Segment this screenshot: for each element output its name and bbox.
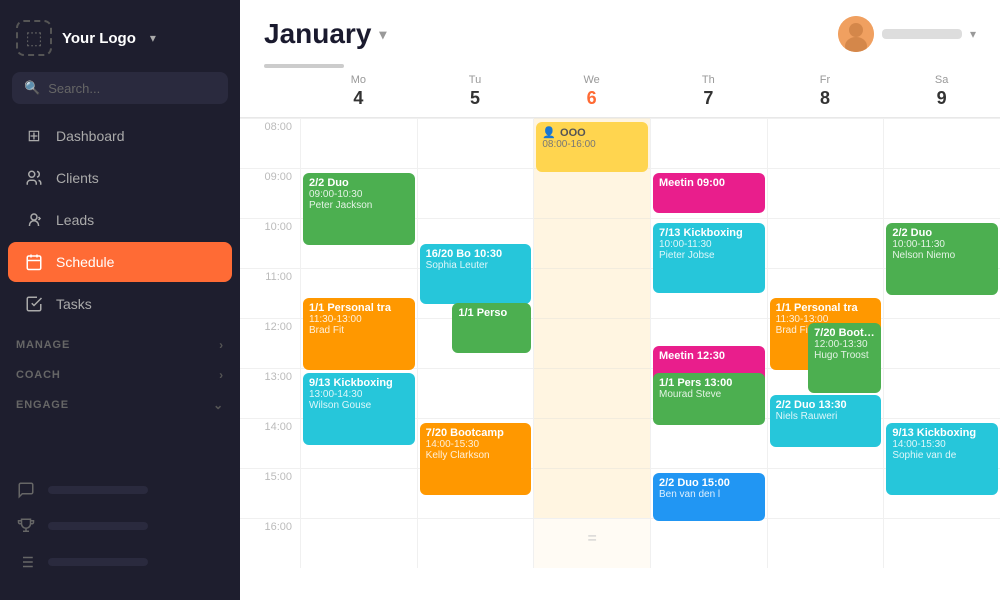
bottom-item-list[interactable] [0,544,240,580]
ooo-background [534,118,650,518]
event-sa-duo[interactable]: 2/2 Duo 10:00-11:30 Nelson Niemo [886,223,998,295]
day-header-mo: Mo 4 [300,68,417,117]
logo-dropdown-icon[interactable]: ▾ [150,31,156,45]
event-we-ooo[interactable]: 👤 OOO 08:00-16:00 [536,122,648,172]
time-1200: 12:00 [240,318,300,368]
mo-slot-0 [301,118,417,168]
time-header-empty [240,68,300,117]
bottom-item-chat[interactable] [0,472,240,508]
tasks-icon [24,294,44,314]
day-col-th: Meetin 09:00 7/13 Kickboxing 10:00-11:30… [650,118,767,568]
event-fr-duo[interactable]: 2/2 Duo 13:30 Niels Rauweri [770,395,882,447]
logo-box: ⬚ [16,20,52,56]
schedule-icon [24,252,44,272]
nav-label-schedule: Schedule [56,254,114,270]
sidebar: ⬚ Your Logo ▾ 🔍 Search... ⊞ Dashboard Cl… [0,0,240,600]
event-tu-bootcamp2[interactable]: 7/20 Bootcamp 14:00-15:30 Kelly Clarkson [420,423,532,495]
month-label: January [264,18,371,50]
logo-area[interactable]: ⬚ Your Logo ▾ [0,12,240,72]
clients-icon [24,168,44,188]
header-right: ▾ [838,16,976,52]
search-placeholder: Search... [48,81,100,96]
coach-chevron-icon: › [219,368,224,382]
leads-icon [24,210,44,230]
nav-label-clients: Clients [56,170,99,186]
section-engage[interactable]: ENGAGE ⌄ [0,386,240,416]
day-header-th: Th 7 [650,68,767,117]
time-1300: 13:00 [240,368,300,418]
day-header-we: We 6 [533,68,650,117]
event-fr-bootcamp[interactable]: 7/20 Bootcamp 12:00-13:30 Hugo Troost [808,323,881,393]
event-mo-personal[interactable]: 1/1 Personal tra 11:30-13:00 Brad Fit [303,298,415,370]
dashboard-icon: ⊞ [24,126,44,146]
event-tu-bootcamp[interactable]: 16/20 Bo 10:30 Sophia Leuter [420,244,532,304]
event-th-meeting1[interactable]: Meetin 09:00 [653,173,765,213]
day-col-mo: 2/2 Duo 09:00-10:30 Peter Jackson 1/1 Pe… [300,118,417,568]
day-col-sa: 2/2 Duo 10:00-11:30 Nelson Niemo 9/13 Ki… [883,118,1000,568]
nav-label-leads: Leads [56,212,94,228]
day-header-fr: Fr 8 [767,68,884,117]
main-content: January ▾ ▾ Mo 4 Tu 5 [240,0,1000,600]
nav-item-leads[interactable]: Leads [8,200,232,240]
event-mo-duo[interactable]: 2/2 Duo 09:00-10:30 Peter Jackson [303,173,415,245]
bottom-item-trophy[interactable] [0,508,240,544]
day-header-tu: Tu 5 [417,68,534,117]
time-column: 08:00 09:00 10:00 11:00 12:00 13:00 14:0… [240,118,300,568]
month-title: January ▾ [264,18,386,50]
time-grid: 08:00 09:00 10:00 11:00 12:00 13:00 14:0… [240,118,1000,568]
day-col-tu: 16/20 Bo 10:30 Sophia Leuter 1/1 Perso 7… [417,118,534,568]
event-th-kickboxing[interactable]: 7/13 Kickboxing 10:00-11:30 Pieter Jobse [653,223,765,293]
time-1400: 14:00 [240,418,300,468]
nav-item-dashboard[interactable]: ⊞ Dashboard [8,116,232,156]
sidebar-bottom [0,464,240,588]
header-top: January ▾ ▾ [264,16,976,52]
search-icon: 🔍 [24,80,40,96]
time-1000: 10:00 [240,218,300,268]
chat-icon [16,480,36,500]
month-dropdown-icon[interactable]: ▾ [379,26,386,43]
list-bar [48,558,148,566]
calendar-header: Mo 4 Tu 5 We 6 Th 7 Fr 8 Sa 9 [240,68,1000,118]
time-1500: 15:00 [240,468,300,518]
nav-label-dashboard: Dashboard [56,128,125,144]
time-grid-scroll[interactable]: 08:00 09:00 10:00 11:00 12:00 13:00 14:0… [240,118,1000,600]
event-sa-kickboxing[interactable]: 9/13 Kickboxing 14:00-15:30 Sophie van d… [886,423,998,495]
calendar: Mo 4 Tu 5 We 6 Th 7 Fr 8 Sa 9 [240,68,1000,600]
time-1600: 16:00 [240,518,300,568]
person-icon: 👤 [542,126,556,139]
event-th-duo[interactable]: 2/2 Duo 15:00 Ben van den l [653,473,765,521]
trophy-bar [48,522,148,530]
event-th-personal[interactable]: 1/1 Pers 13:00 Mourad Steve [653,373,765,425]
user-dropdown-icon[interactable]: ▾ [970,27,976,41]
time-1100: 11:00 [240,268,300,318]
section-manage[interactable]: MANAGE › [0,326,240,356]
nav-label-tasks: Tasks [56,296,92,312]
engage-chevron-icon: ⌄ [213,398,224,412]
day-col-we: 👤 OOO 08:00-16:00 = [533,118,650,568]
event-mo-kickboxing[interactable]: 9/13 Kickboxing 13:00-14:30 Wilson Gouse [303,373,415,445]
day-header-sa: Sa 9 [883,68,1000,117]
day-col-fr: 1/1 Personal tra 11:30-13:00 Brad Fit 7/… [767,118,884,568]
logo-text: Your Logo [62,30,136,47]
manage-chevron-icon: › [219,338,224,352]
nav-item-clients[interactable]: Clients [8,158,232,198]
chat-bar [48,486,148,494]
search-bar[interactable]: 🔍 Search... [12,72,228,104]
user-name-bar [882,29,962,39]
time-0800: 08:00 [240,118,300,168]
time-0900: 09:00 [240,168,300,218]
section-coach[interactable]: COACH › [0,356,240,386]
list-icon [16,552,36,572]
trophy-icon [16,516,36,536]
header: January ▾ ▾ [240,0,1000,68]
nav-item-schedule[interactable]: Schedule [8,242,232,282]
event-tu-personal[interactable]: 1/1 Perso [452,303,531,353]
we-bottom-icon: = [587,530,596,548]
nav-item-tasks[interactable]: Tasks [8,284,232,324]
user-avatar[interactable] [838,16,874,52]
